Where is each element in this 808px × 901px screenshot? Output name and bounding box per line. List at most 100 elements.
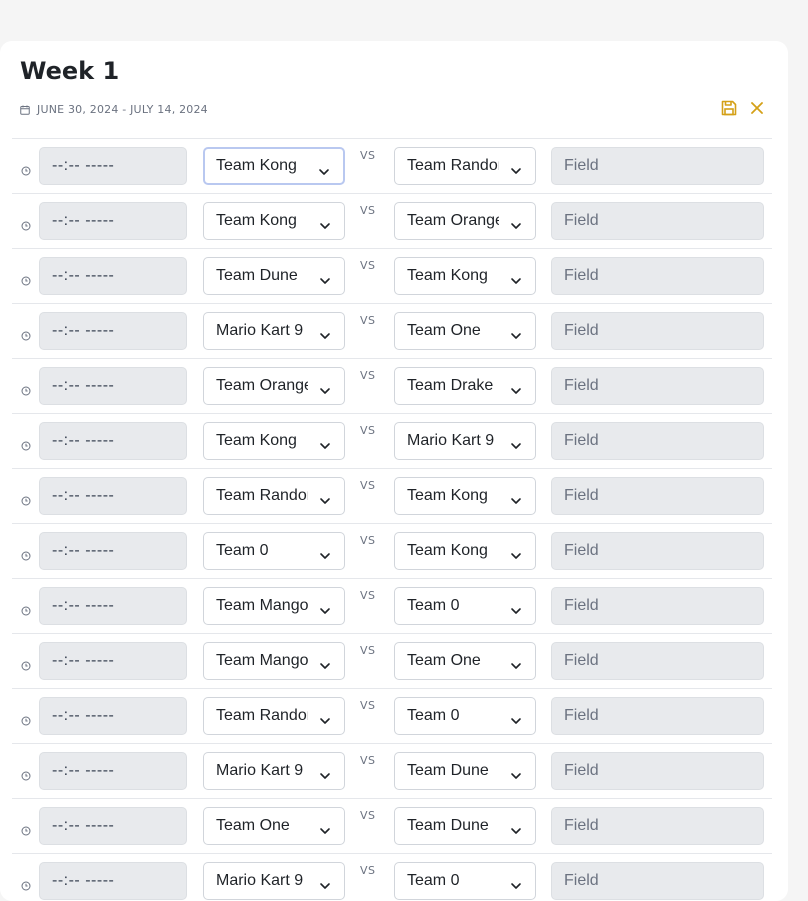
away-team-select[interactable]: Team One	[394, 312, 536, 350]
home-team-select[interactable]: Team 0	[203, 532, 345, 570]
home-team-label: Team Kong	[216, 212, 297, 229]
home-team-select[interactable]: Team Kong	[203, 202, 345, 240]
home-team-select[interactable]: Team Random	[203, 697, 345, 735]
chevron-down-icon	[510, 711, 522, 724]
home-team-select[interactable]: Mario Kart 9	[203, 862, 345, 900]
home-team-select[interactable]: Team Mango	[203, 587, 345, 625]
field-input[interactable]: Field	[551, 312, 764, 350]
chevron-down-icon	[510, 766, 522, 779]
time-input[interactable]: --:-- -----	[39, 752, 187, 790]
clock-icon	[21, 546, 31, 561]
card-actions	[720, 100, 766, 119]
home-team-select[interactable]: Team Mango	[203, 642, 345, 680]
clock-icon	[21, 601, 31, 616]
clock-icon	[21, 821, 31, 836]
home-team-select[interactable]: Mario Kart 9	[203, 312, 345, 350]
field-input[interactable]: Field	[551, 697, 764, 735]
time-input[interactable]: --:-- -----	[39, 532, 187, 570]
chevron-down-icon	[318, 162, 330, 175]
home-team-select[interactable]: Team Orange	[203, 367, 345, 405]
away-team-select[interactable]: Team 0	[394, 587, 536, 625]
time-input[interactable]: --:-- -----	[39, 147, 187, 185]
time-input[interactable]: --:-- -----	[39, 477, 187, 515]
chevron-down-icon	[510, 161, 522, 174]
chevron-down-icon	[510, 546, 522, 559]
time-input[interactable]: --:-- -----	[39, 587, 187, 625]
away-team-select[interactable]: Team Kong	[394, 532, 536, 570]
home-team-select[interactable]: Team Dune	[203, 257, 345, 295]
home-team-label: Mario Kart 9	[216, 872, 304, 889]
time-input[interactable]: --:-- -----	[39, 422, 187, 460]
away-team-select[interactable]: Team Dune	[394, 807, 536, 845]
home-team-label: Team Random	[216, 707, 308, 724]
away-team-select[interactable]: Team Kong	[394, 477, 536, 515]
clock-icon	[21, 656, 31, 671]
time-input[interactable]: --:-- -----	[39, 697, 187, 735]
field-input[interactable]: Field	[551, 807, 764, 845]
home-team-select[interactable]: Team One	[203, 807, 345, 845]
home-team-select[interactable]: Mario Kart 9	[203, 752, 345, 790]
home-team-label: Team Orange	[216, 377, 308, 394]
vs-label: VS	[360, 534, 376, 547]
home-team-label: Team Kong	[216, 432, 297, 449]
away-team-select[interactable]: Team 0	[394, 697, 536, 735]
calendar-icon	[20, 105, 30, 115]
match-row: --:-- ----- Team Random VS Team 0 Field	[12, 688, 772, 743]
close-button[interactable]	[748, 101, 766, 119]
field-input[interactable]: Field	[551, 752, 764, 790]
time-input[interactable]: --:-- -----	[39, 807, 187, 845]
away-team-label: Team Dune	[407, 762, 489, 779]
away-team-select[interactable]: Team 0	[394, 862, 536, 900]
week-title: Week 1	[20, 57, 120, 85]
away-team-label: Team 0	[407, 872, 460, 889]
home-team-select[interactable]: Team Random	[203, 477, 345, 515]
away-team-select[interactable]: Team Orange	[394, 202, 536, 240]
field-input[interactable]: Field	[551, 147, 764, 185]
clock-icon	[21, 876, 31, 891]
field-input[interactable]: Field	[551, 422, 764, 460]
match-row: --:-- ----- Team One VS Team Dune Field	[12, 798, 772, 853]
time-input[interactable]: --:-- -----	[39, 862, 187, 900]
field-input[interactable]: Field	[551, 862, 764, 900]
clock-icon	[21, 436, 31, 451]
home-team-label: Team Mango	[216, 652, 308, 669]
field-input[interactable]: Field	[551, 202, 764, 240]
home-team-select[interactable]: Team Kong	[203, 422, 345, 460]
field-input[interactable]: Field	[551, 367, 764, 405]
chevron-down-icon	[319, 766, 331, 779]
away-team-label: Team Random	[407, 157, 499, 174]
clock-icon	[21, 161, 31, 176]
match-row: --:-- ----- Mario Kart 9 VS Team Dune Field	[12, 743, 772, 798]
home-team-select[interactable]: Team Kong	[203, 147, 345, 185]
away-team-select[interactable]: Team Kong	[394, 257, 536, 295]
away-team-select[interactable]: Team Dune	[394, 752, 536, 790]
away-team-label: Team 0	[407, 707, 460, 724]
away-team-label: Team Kong	[407, 487, 488, 504]
close-icon	[749, 100, 765, 120]
field-input[interactable]: Field	[551, 532, 764, 570]
save-button[interactable]	[720, 100, 738, 119]
away-team-select[interactable]: Mario Kart 9	[394, 422, 536, 460]
field-input[interactable]: Field	[551, 477, 764, 515]
time-input[interactable]: --:-- -----	[39, 642, 187, 680]
time-input[interactable]: --:-- -----	[39, 202, 187, 240]
field-input[interactable]: Field	[551, 642, 764, 680]
matches-list: --:-- ----- Team Kong VS Team Random Field --…	[12, 138, 772, 901]
field-input[interactable]: Field	[551, 257, 764, 295]
chevron-down-icon	[510, 436, 522, 449]
away-team-select[interactable]: Team One	[394, 642, 536, 680]
away-team-select[interactable]: Team Drake	[394, 367, 536, 405]
clock-icon	[21, 216, 31, 231]
time-input[interactable]: --:-- -----	[39, 257, 187, 295]
time-input[interactable]: --:-- -----	[39, 367, 187, 405]
chevron-down-icon	[510, 821, 522, 834]
vs-label: VS	[360, 644, 376, 657]
vs-label: VS	[360, 149, 376, 162]
date-range-text: JUNE 30, 2024 - JULY 14, 2024	[37, 103, 208, 116]
vs-label: VS	[360, 479, 376, 492]
time-input[interactable]: --:-- -----	[39, 312, 187, 350]
away-team-select[interactable]: Team Random	[394, 147, 536, 185]
chevron-down-icon	[510, 876, 522, 889]
vs-label: VS	[360, 589, 376, 602]
field-input[interactable]: Field	[551, 587, 764, 625]
